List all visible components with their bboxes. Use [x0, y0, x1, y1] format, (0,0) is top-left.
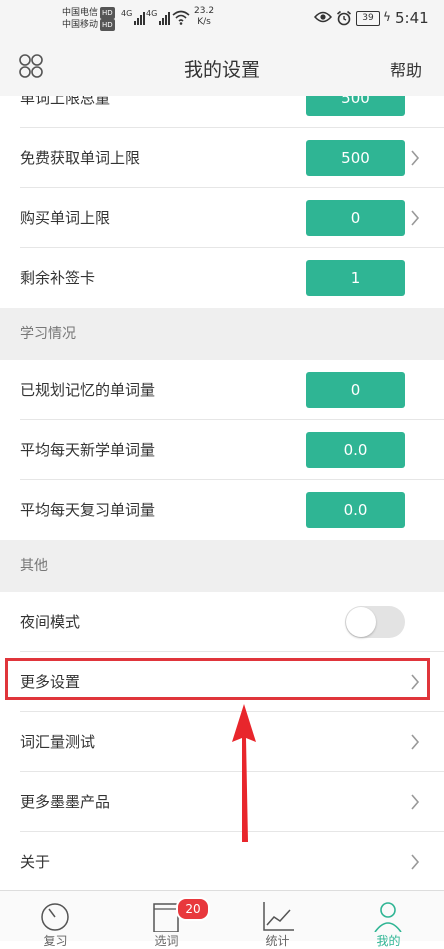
hd-badge: HD: [100, 7, 115, 19]
clock: 5:41: [395, 9, 429, 27]
row-label: 平均每天复习单词量: [20, 501, 156, 519]
value-pill: 0.0: [306, 432, 405, 468]
row-label: 购买单词上限: [20, 209, 111, 227]
carrier-1: 中国电信: [62, 8, 99, 18]
highlight-box: [5, 658, 430, 700]
tab-statistics[interactable]: 统计: [222, 891, 333, 948]
value-pill: 500: [306, 140, 405, 176]
row-label: 夜间模式: [20, 613, 81, 631]
unread-badge: 20: [176, 897, 210, 921]
row-word-limit-total: 单词上限总量 500: [0, 96, 444, 128]
status-bar: 中国电信 HD 中国移动 HD 4G 4G 23.2 K/s 39 ϟ 5:41: [0, 0, 444, 38]
row-avg-review-words: 平均每天复习单词量 0.0: [0, 480, 444, 540]
carrier-info: 中国电信 HD 中国移动 HD: [62, 7, 115, 31]
tab-label: 复习: [43, 934, 68, 948]
section-title: 学习情况: [20, 326, 76, 342]
value-pill: 0: [306, 372, 405, 408]
eye-icon: [314, 11, 332, 23]
toggle-knob: [346, 607, 376, 637]
tab-mine[interactable]: 我的: [333, 891, 444, 948]
tab-label: 统计: [265, 934, 290, 948]
row-remaining-cards: 剩余补签卡 1: [0, 248, 444, 308]
stopwatch-icon: [41, 903, 69, 931]
value-pill: 500: [306, 96, 405, 116]
chevron-right-icon: [411, 150, 420, 166]
row-more-products[interactable]: 更多墨墨产品: [0, 772, 444, 832]
value-pill: 1: [306, 260, 405, 296]
row-label: 剩余补签卡: [20, 269, 96, 287]
tab-bar: 复习 选词 20 统计 我的: [0, 890, 444, 948]
signal-icon: 4G: [146, 9, 171, 25]
value-pill: 0: [306, 200, 405, 236]
row-about[interactable]: 关于: [0, 832, 444, 890]
row-buy-word-limit[interactable]: 购买单词上限 0: [0, 188, 444, 248]
night-mode-toggle[interactable]: [345, 606, 405, 638]
row-label: 单词上限总量: [20, 96, 111, 107]
tab-review[interactable]: 复习: [0, 891, 111, 948]
wifi-icon: [172, 10, 190, 25]
alarm-icon: [336, 10, 352, 26]
settings-list[interactable]: 单词上限总量 500 免费获取单词上限 500 购买单词上限 0 剩余补签卡 1…: [0, 96, 444, 890]
section-title: 其他: [20, 558, 48, 574]
chevron-right-icon: [411, 854, 420, 870]
annotation-arrow-icon: [232, 704, 256, 842]
row-label: 词汇量测试: [20, 733, 96, 751]
hd-badge: HD: [100, 19, 115, 31]
chevron-right-icon: [411, 734, 420, 750]
line-chart-icon: [263, 902, 294, 931]
row-planned-words: 已规划记忆的单词量 0: [0, 360, 444, 420]
signal-icon: 4G: [121, 9, 146, 25]
row-label: 已规划记忆的单词量: [20, 381, 156, 399]
section-header-other: 其他: [0, 540, 444, 592]
row-label: 平均每天新学单词量: [20, 441, 156, 459]
row-avg-new-words: 平均每天新学单词量 0.0: [0, 420, 444, 480]
page-title: 我的设置: [183, 59, 260, 81]
section-header-study: 学习情况: [0, 308, 444, 360]
tab-label: 我的: [376, 934, 401, 948]
row-label: 更多墨墨产品: [20, 793, 111, 811]
value-pill: 0.0: [306, 492, 405, 528]
carrier-2: 中国移动: [62, 20, 99, 30]
charging-icon: ϟ: [383, 10, 391, 24]
chevron-right-icon: [411, 210, 420, 226]
tab-label: 选词: [154, 934, 179, 948]
battery-indicator: 39: [356, 11, 380, 26]
help-button[interactable]: 帮助: [390, 57, 422, 81]
row-free-word-limit[interactable]: 免费获取单词上限 500: [0, 128, 444, 188]
app-header: 我的设置 帮助: [0, 38, 444, 96]
chevron-right-icon: [411, 794, 420, 810]
network-speed: 23.2 K/s: [194, 6, 215, 27]
row-night-mode: 夜间模式: [0, 592, 444, 652]
row-vocab-test[interactable]: 词汇量测试: [0, 712, 444, 772]
row-label: 关于: [20, 853, 51, 871]
row-label: 免费获取单词上限: [20, 149, 141, 167]
person-icon: [374, 902, 402, 932]
